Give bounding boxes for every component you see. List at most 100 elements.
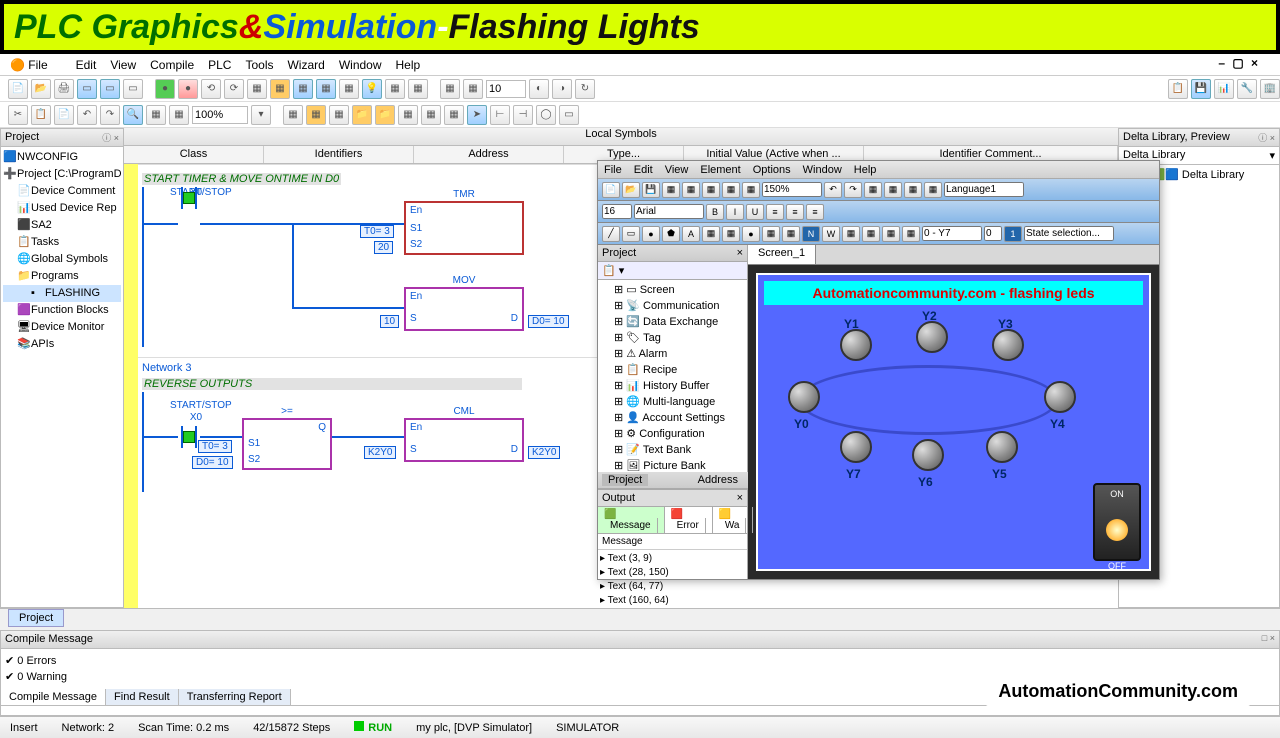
menu-view[interactable]: View (110, 58, 136, 72)
hb-tbl[interactable]: ▦ (702, 226, 720, 242)
led-y1[interactable] (840, 329, 872, 361)
hmi-tree-item[interactable]: ⊞ 🌐 Multi-language (600, 394, 745, 410)
led-y6[interactable] (912, 439, 944, 471)
hmi-tab-address[interactable]: Address (692, 474, 744, 486)
compile-buttons[interactable]: □ × (1262, 633, 1275, 646)
tb2-h[interactable]: ▦ (398, 105, 418, 125)
hmi-fontsize[interactable] (602, 204, 632, 219)
tb-a[interactable]: ⟲ (201, 79, 221, 99)
tb-b[interactable]: ⟳ (224, 79, 244, 99)
mov-block[interactable]: MOV En S D (404, 287, 524, 331)
tb2-i[interactable]: ▦ (421, 105, 441, 125)
tree-item[interactable]: 📊Used Device Rep (3, 200, 121, 217)
hmi-out-tab-msg[interactable]: 🟩Message (598, 507, 665, 533)
tree-item[interactable]: 📚APIs (3, 336, 121, 353)
tb2-g[interactable]: 📁 (375, 105, 395, 125)
menu-tools[interactable]: Tools (245, 58, 273, 72)
hb-r[interactable]: ▦ (902, 226, 920, 242)
tree-item[interactable]: 🟪Function Blocks (3, 302, 121, 319)
tb-r5[interactable]: 🏢 (1260, 79, 1280, 99)
menu-compile[interactable]: Compile (150, 58, 194, 72)
hmi-screen[interactable]: Automationcommunity.com - flashing leds … (756, 273, 1151, 571)
tree-item[interactable]: 📋Tasks (3, 234, 121, 251)
hmi-addr[interactable] (922, 226, 982, 241)
menu-edit[interactable]: Edit (76, 58, 97, 72)
hb-b[interactable]: ▦ (682, 182, 700, 198)
tb2-paste[interactable]: 📄 (54, 105, 74, 125)
hmi-canvas[interactable]: Screen_1 Automationcommunity.com - flash… (748, 245, 1159, 579)
hmi-menu-element[interactable]: Element (700, 164, 740, 176)
tb-bulb[interactable]: 💡 (362, 79, 382, 99)
hb-redo[interactable]: ↷ (844, 182, 862, 198)
tb-r1[interactable]: 📋 (1168, 79, 1188, 99)
menu-wizard[interactable]: Wizard (287, 58, 324, 72)
led-y3[interactable] (992, 329, 1024, 361)
tb2-n[interactable]: ▭ (559, 105, 579, 125)
tmr-block[interactable]: TMR En S1 S2 (404, 201, 524, 255)
tb-r4[interactable]: 🔧 (1237, 79, 1257, 99)
led-y2[interactable] (916, 321, 948, 353)
tb-win2[interactable]: ▭ (100, 79, 120, 99)
tree-item[interactable]: ▪FLASHING (3, 285, 121, 302)
tb-h[interactable]: ▦ (385, 79, 405, 99)
tb-e[interactable]: ▦ (293, 79, 313, 99)
tree-item[interactable]: ➕Project [C:\ProgramDa (3, 166, 121, 183)
led-y7[interactable] (840, 431, 872, 463)
hb-text[interactable]: A (682, 226, 700, 242)
menu-file[interactable]: 🟠 File (10, 58, 62, 72)
hmi-proj-dd[interactable]: 📋 ▾ (602, 264, 624, 277)
tb2-e[interactable]: ▦ (329, 105, 349, 125)
hmi-menu-window[interactable]: Window (803, 164, 842, 176)
hb-j[interactable]: ● (742, 226, 760, 242)
tb-n[interactable]: ↻ (575, 79, 595, 99)
hb-und[interactable]: U (746, 204, 764, 220)
cml-block[interactable]: CML En S D (404, 418, 524, 462)
tb2-f[interactable]: 📁 (352, 105, 372, 125)
toggle-switch[interactable]: ON OFF (1093, 483, 1141, 561)
tb-online[interactable]: ● (155, 79, 175, 99)
tb-f[interactable]: ▦ (316, 79, 336, 99)
menu-window[interactable]: Window (339, 58, 382, 72)
menu-help[interactable]: Help (396, 58, 421, 72)
hmi-menu-options[interactable]: Options (753, 164, 791, 176)
hmi-tree-item[interactable]: ⊞ 👤 Account Settings (600, 410, 745, 426)
hmi-menu-file[interactable]: File (604, 164, 622, 176)
tb2-k[interactable]: ⊢ (490, 105, 510, 125)
zoom-dd[interactable]: ▾ (251, 105, 271, 125)
tb2-copy[interactable]: 📋 (31, 105, 51, 125)
hmi-tree-item[interactable]: ⊞ 📝 Text Bank (600, 442, 745, 458)
tb-open[interactable]: 📂 (31, 79, 51, 99)
panel-buttons[interactable]: ⓘ × (102, 131, 119, 144)
hb-c[interactable]: ▦ (702, 182, 720, 198)
hb-d[interactable]: ▦ (722, 182, 740, 198)
hb-line[interactable]: ╱ (602, 226, 620, 242)
tree-item[interactable]: 📄Device Comment (3, 183, 121, 200)
led-y4[interactable] (1044, 381, 1076, 413)
tb2-d[interactable]: ▦ (306, 105, 326, 125)
hb-grid[interactable]: ▦ (722, 226, 740, 242)
hb-g[interactable]: ▦ (884, 182, 902, 198)
hb-new[interactable]: 📄 (602, 182, 620, 198)
contact-x0[interactable] (178, 187, 200, 209)
hb-n[interactable]: N (802, 226, 820, 242)
hmi-tree-item[interactable]: ⊞ 🏷 Tag (600, 330, 745, 346)
hmi-menu-view[interactable]: View (665, 164, 689, 176)
hmi-lang[interactable] (944, 182, 1024, 197)
hb-circ[interactable]: ● (642, 226, 660, 242)
tb-win1[interactable]: ▭ (77, 79, 97, 99)
delta-lib-buttons[interactable]: ⓘ × (1258, 131, 1275, 144)
hmi-statenum[interactable] (984, 226, 1002, 241)
tb-r3[interactable]: 📊 (1214, 79, 1234, 99)
tb2-ptr[interactable]: ➤ (467, 105, 487, 125)
tb-i[interactable]: ▦ (408, 79, 428, 99)
hb-open[interactable]: 📂 (622, 182, 640, 198)
tb-c[interactable]: ▦ (247, 79, 267, 99)
tb2-b[interactable]: ▦ (169, 105, 189, 125)
hmi-proj-close[interactable]: × (737, 247, 743, 259)
hb-ac[interactable]: ≡ (786, 204, 804, 220)
hb-p[interactable]: ▦ (862, 226, 880, 242)
tb-print[interactable]: 🖨 (54, 79, 74, 99)
hb-a[interactable]: ▦ (662, 182, 680, 198)
hb-rect[interactable]: ▭ (622, 226, 640, 242)
tb-num-input[interactable] (486, 80, 526, 98)
